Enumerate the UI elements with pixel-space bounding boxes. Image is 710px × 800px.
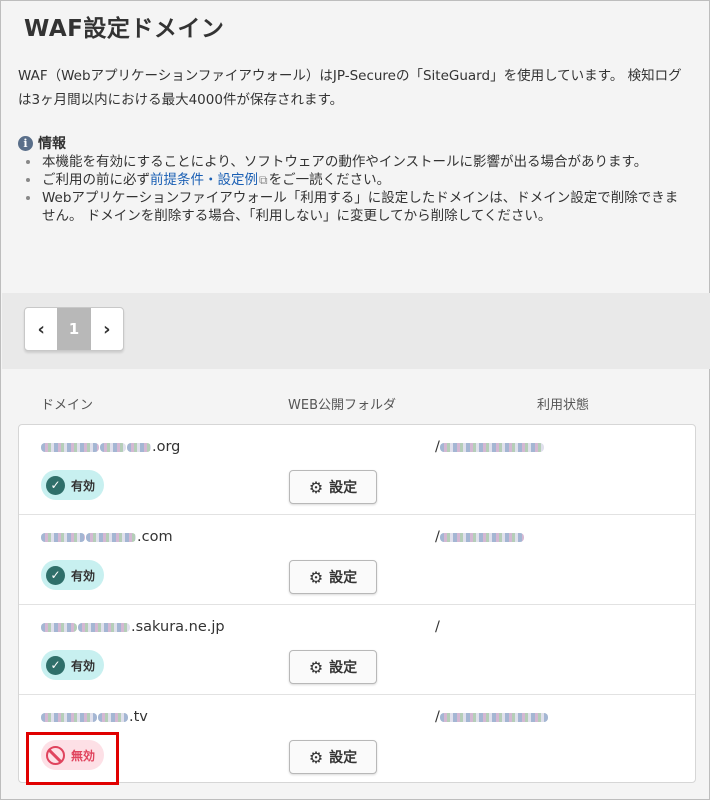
table-row: .sakura.ne.jp / ✓ 有効 ⚙ 設定 — [19, 605, 695, 695]
gear-icon: ⚙ — [308, 567, 324, 587]
current-page[interactable]: 1 — [57, 308, 91, 350]
info-icon: i — [18, 135, 33, 151]
check-circle-icon: ✓ — [46, 655, 65, 675]
status-badge: ✓ 有効 — [41, 560, 105, 590]
info-list: 本機能を有効にすることにより、ソフトウェアの動作やインストールに影響が出る場合が… — [26, 153, 691, 225]
column-header-domain: ドメイン — [41, 398, 94, 413]
status-label: 有効 — [71, 658, 96, 673]
info-item-suffix: をご一読ください。 — [268, 172, 391, 188]
domain-suffix: .sakura.ne.jp — [131, 619, 225, 635]
redacted-text — [98, 712, 128, 722]
status-badge: ✓ 有効 — [41, 470, 105, 500]
redacted-text — [41, 532, 85, 542]
redacted-text — [41, 442, 99, 452]
settings-button[interactable]: ⚙ 設定 — [289, 650, 377, 684]
redacted-text — [439, 532, 524, 542]
web-folder: / — [435, 619, 440, 635]
redacted-text — [41, 622, 77, 632]
folder-root: / — [435, 619, 440, 635]
info-item-text: ご利用の前に必ず — [42, 172, 150, 188]
domain-table: .org / ✓ 有効 ⚙ 設定 .com / ✓ 有効 ⚙ 設定 .sakur… — [18, 424, 696, 783]
domain-suffix: .com — [137, 529, 173, 545]
web-folder: / — [435, 439, 545, 455]
page-title: WAF設定ドメイン — [24, 16, 225, 42]
domain-suffix: .org — [152, 439, 181, 455]
external-link-icon: ⧉ — [259, 173, 268, 187]
prerequisites-link[interactable]: 前提条件・設定例 — [150, 172, 258, 188]
info-heading: i 情報 — [18, 133, 66, 153]
settings-button[interactable]: ⚙ 設定 — [289, 470, 377, 504]
redacted-text — [439, 442, 544, 452]
domain-name: .tv — [41, 709, 148, 725]
settings-button[interactable]: ⚙ 設定 — [289, 560, 377, 594]
prev-page-button[interactable]: ‹ — [25, 308, 57, 350]
web-folder: / — [435, 529, 525, 545]
redacted-text — [41, 712, 97, 722]
settings-button[interactable]: ⚙ 設定 — [289, 740, 377, 774]
settings-button-label: 設定 — [329, 570, 358, 586]
status-label: 有効 — [71, 478, 96, 493]
pagination: ‹ 1 › — [24, 307, 124, 351]
highlight-box — [26, 732, 119, 785]
redacted-text — [86, 532, 136, 542]
page-description: WAF（Webアプリケーションファイアウォール）はJP-Secureの「Site… — [18, 68, 682, 108]
next-page-button[interactable]: › — [91, 308, 123, 350]
check-circle-icon: ✓ — [46, 475, 65, 495]
info-item: Webアプリケーションファイアウォール「利用する」に設定したドメインは、ドメイン… — [26, 189, 691, 225]
gear-icon: ⚙ — [308, 477, 324, 497]
gear-icon: ⚙ — [308, 657, 324, 677]
redacted-text — [100, 442, 126, 452]
info-heading-label: 情報 — [38, 136, 66, 152]
info-item: ご利用の前に必ず前提条件・設定例⧉をご一読ください。 — [26, 171, 691, 189]
column-header-status: 利用状態 — [537, 398, 590, 413]
settings-button-label: 設定 — [329, 750, 358, 766]
table-row: .org / ✓ 有効 ⚙ 設定 — [19, 425, 695, 515]
domain-name: .com — [41, 529, 173, 545]
web-folder: / — [435, 709, 549, 725]
domain-suffix: .tv — [129, 709, 148, 725]
check-circle-icon: ✓ — [46, 565, 65, 585]
settings-button-label: 設定 — [329, 480, 358, 496]
redacted-text — [127, 442, 151, 452]
waf-domain-panel: WAF設定ドメイン WAF（Webアプリケーションファイアウォール）はJP-Se… — [0, 0, 710, 800]
redacted-text — [439, 712, 548, 722]
table-row: .com / ✓ 有効 ⚙ 設定 — [19, 515, 695, 605]
domain-name: .sakura.ne.jp — [41, 619, 225, 635]
settings-button-label: 設定 — [329, 660, 358, 676]
domain-name: .org — [41, 439, 180, 455]
redacted-text — [78, 622, 130, 632]
status-badge: ✓ 有効 — [41, 650, 105, 680]
column-header-folder: WEB公開フォルダ — [288, 398, 396, 413]
status-label: 有効 — [71, 568, 96, 583]
gear-icon: ⚙ — [308, 747, 324, 767]
table-row: .tv / 無効 ⚙ 設定 — [19, 695, 695, 785]
info-item: 本機能を有効にすることにより、ソフトウェアの動作やインストールに影響が出る場合が… — [26, 153, 691, 171]
